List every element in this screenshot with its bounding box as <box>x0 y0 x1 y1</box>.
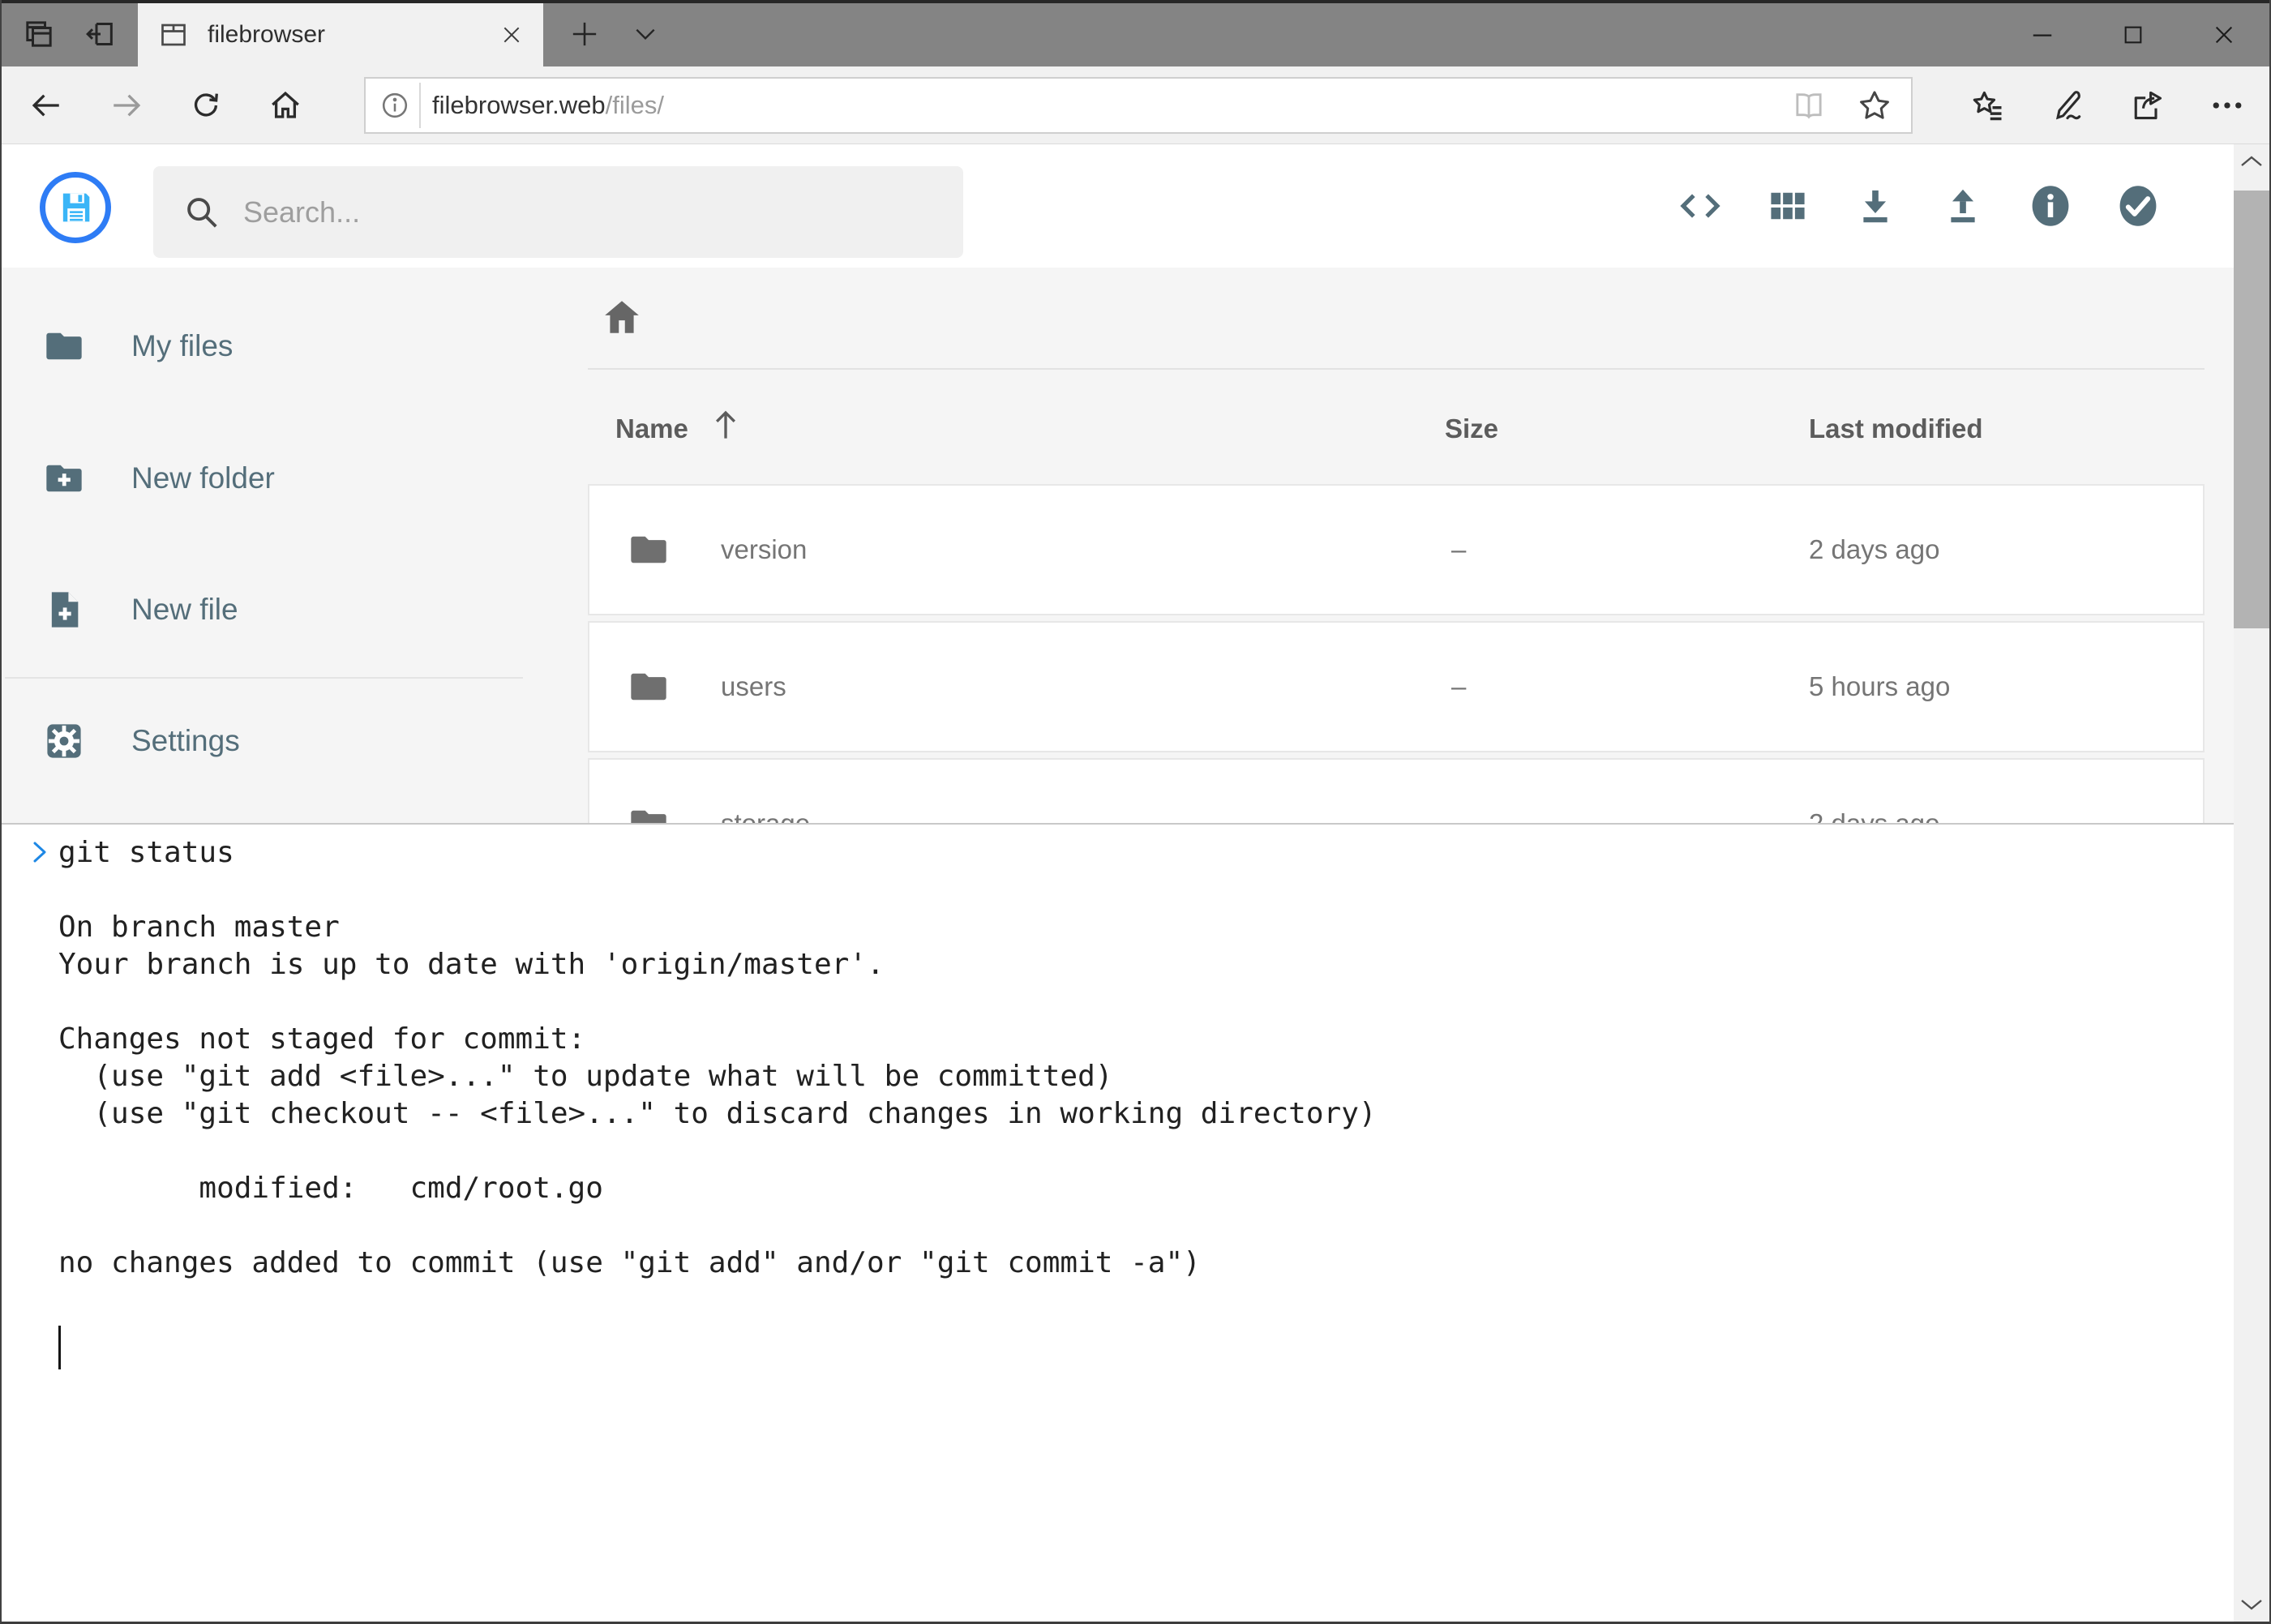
titlebar: filebrowser <box>2 0 2269 66</box>
web-note-pen-icon[interactable] <box>2050 88 2085 123</box>
scroll-down-icon[interactable] <box>2240 1599 2263 1610</box>
sidebar-item-label: New file <box>131 593 238 627</box>
minimize-icon[interactable] <box>1997 3 2088 66</box>
sidebar-item-new-file[interactable]: New file <box>2 568 525 652</box>
sidebar-item-new-folder[interactable]: New folder <box>2 436 525 521</box>
terminal-line: Your branch is up to date with 'origin/m… <box>2 946 2234 983</box>
terminal-line: (use "git add <file>..." to update what … <box>2 1058 2234 1095</box>
folder-icon <box>628 666 670 708</box>
file-row-version[interactable]: version – 2 days ago <box>588 484 2205 615</box>
url-host: filebrowser.web <box>432 91 606 119</box>
header-actions <box>1678 183 2161 229</box>
set-tabs-aside-icon[interactable] <box>83 16 118 52</box>
reading-view-icon[interactable] <box>1793 89 1825 122</box>
refresh-icon[interactable] <box>188 88 224 123</box>
search-input[interactable] <box>242 195 906 230</box>
terminal-panel[interactable]: git status On branch master Your branch … <box>2 823 2234 1622</box>
close-tab-icon[interactable] <box>501 24 522 45</box>
file-modified: 5 hours ago <box>1809 671 1950 702</box>
sidebar-item-label: My files <box>131 329 233 363</box>
terminal-line <box>2 1282 2234 1319</box>
sidebar-item-label: New folder <box>131 461 275 495</box>
sidebar-item-label: Settings <box>131 724 240 758</box>
code-view-icon[interactable] <box>1678 183 1723 229</box>
sidebar-divider <box>5 677 523 679</box>
new-tab-button[interactable] <box>567 16 602 52</box>
share-icon[interactable] <box>2129 88 2165 123</box>
file-name: version <box>721 534 807 565</box>
sort-ascending-icon[interactable] <box>709 407 742 443</box>
terminal-line <box>2 1133 2234 1170</box>
site-info-icon[interactable] <box>380 91 409 120</box>
tab-preview-chevron-icon[interactable] <box>628 16 663 52</box>
hub-favorites-icon[interactable] <box>1970 88 2006 123</box>
more-options-icon[interactable] <box>2209 88 2245 123</box>
terminal-line <box>2 1207 2234 1245</box>
terminal-line: On branch master <box>2 909 2234 946</box>
browser-tab[interactable]: filebrowser <box>138 3 543 66</box>
file-row-users[interactable]: users – 5 hours ago <box>588 621 2205 752</box>
column-size[interactable]: Size <box>1445 407 1498 451</box>
grid-view-icon[interactable] <box>1765 183 1810 229</box>
column-modified[interactable]: Last modified <box>1809 407 1983 451</box>
terminal-line <box>2 983 2234 1021</box>
terminal-command: git status <box>58 836 234 869</box>
scroll-up-icon[interactable] <box>2240 156 2263 167</box>
column-name[interactable]: Name <box>615 407 688 451</box>
terminal-line: no changes added to commit (use "git add… <box>2 1245 2234 1282</box>
sidebar-item-my-files[interactable]: My files <box>2 304 525 388</box>
address-bar[interactable]: filebrowser.web/files/ <box>364 77 1913 134</box>
browser-window: filebrowser <box>0 0 2271 1624</box>
terminal-line: modified: cmd/root.go <box>2 1170 2234 1207</box>
add-favorite-star-icon[interactable] <box>1858 88 1892 122</box>
page-scrollbar[interactable] <box>2234 144 2269 1622</box>
listing-header: Name Size Last modified <box>588 407 2205 451</box>
page-icon <box>159 20 188 49</box>
close-window-icon[interactable] <box>2179 3 2269 66</box>
filebrowser-logo-icon[interactable] <box>40 172 111 243</box>
forward-icon[interactable] <box>109 88 144 123</box>
terminal-line: (use "git checkout -- <file>..." to disc… <box>2 1095 2234 1133</box>
url-path: /files/ <box>606 91 664 119</box>
scrollbar-thumb[interactable] <box>2234 191 2269 628</box>
prompt-chevron-icon <box>29 838 50 867</box>
terminal-command-line: git status <box>2 834 2234 872</box>
filebrowser-header <box>2 144 2234 268</box>
breadcrumb-divider <box>588 368 2205 370</box>
search-bar[interactable] <box>153 166 963 258</box>
info-icon[interactable] <box>2028 183 2073 229</box>
search-icon <box>183 194 221 231</box>
settings-gear-icon <box>43 720 85 762</box>
tab-title: filebrowser <box>208 21 501 49</box>
text-cursor <box>58 1326 61 1369</box>
address-separator <box>419 83 421 128</box>
window-controls <box>1997 3 2269 66</box>
file-modified: 2 days ago <box>1809 534 1939 565</box>
terminal-line <box>2 872 2234 909</box>
file-plus-icon <box>43 589 85 631</box>
home-icon[interactable] <box>268 88 303 123</box>
navigation-bar: filebrowser.web/files/ <box>2 66 2269 144</box>
url-text[interactable]: filebrowser.web/files/ <box>432 91 664 120</box>
file-name: users <box>721 671 786 702</box>
select-multiple-icon[interactable] <box>2115 183 2161 229</box>
file-size: – <box>1451 671 1466 702</box>
file-size: – <box>1451 534 1466 565</box>
back-icon[interactable] <box>28 88 64 123</box>
folder-icon <box>43 325 85 367</box>
upload-icon[interactable] <box>1940 183 1986 229</box>
folder-icon <box>628 529 670 571</box>
maximize-icon[interactable] <box>2088 3 2179 66</box>
terminal-cursor-line <box>2 1319 2234 1373</box>
download-icon[interactable] <box>1853 183 1898 229</box>
folder-plus-icon <box>43 457 85 499</box>
breadcrumb-home-icon[interactable] <box>602 297 642 337</box>
sidebar-item-settings[interactable]: Settings <box>2 699 525 783</box>
terminal-line: Changes not staged for commit: <box>2 1021 2234 1058</box>
tabs-preview-icon[interactable] <box>21 16 57 52</box>
